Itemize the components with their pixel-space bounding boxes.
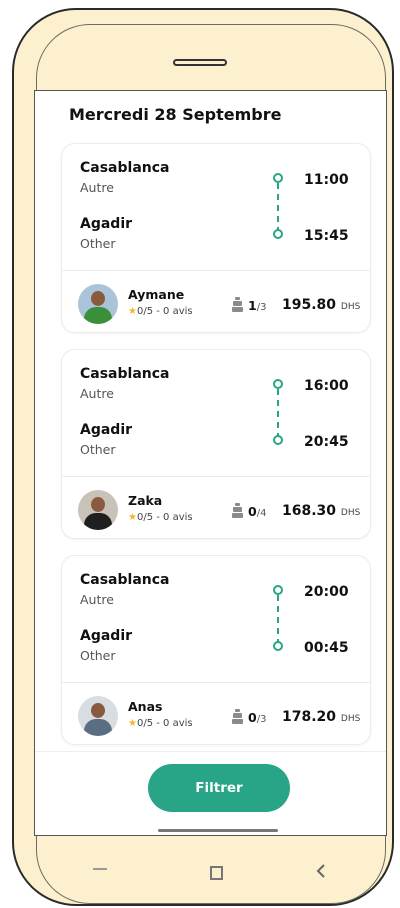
- arrival-time: 00:45: [304, 640, 349, 656]
- departure-city: Casablanca: [80, 160, 170, 176]
- star-icon: ★: [128, 306, 137, 317]
- seat-icon: [232, 503, 243, 518]
- arrival-sub: Other: [80, 442, 116, 457]
- route-end-dot-icon: [273, 641, 283, 651]
- avatar-body: [84, 513, 112, 530]
- rating-text: 0/5 - 0 avis: [136, 718, 193, 729]
- nav-recents-icon[interactable]: [93, 868, 107, 870]
- departure-sub: Autre: [80, 592, 114, 607]
- driver-rating: ★0/5 - 0 avis: [128, 306, 193, 317]
- rating-text: 0/5 - 0 avis: [136, 512, 193, 523]
- star-icon: ★: [128, 512, 137, 523]
- trip-card[interactable]: Casablanca Autre Agadir Other 11:00 15:4…: [61, 143, 371, 333]
- seats-taken: 0: [248, 504, 257, 519]
- route-end-dot-icon: [273, 229, 283, 239]
- arrival-time: 15:45: [304, 228, 349, 244]
- trip-card[interactable]: Casablanca Autre Agadir Other 20:00 00:4…: [61, 555, 371, 745]
- nav-back-icon[interactable]: [315, 863, 327, 879]
- price-amount: 178.20: [282, 709, 337, 725]
- seats-available: 0/4: [248, 504, 266, 519]
- driver-name: Aymane: [128, 287, 185, 302]
- departure-time: 11:00: [304, 172, 349, 188]
- driver-rating: ★0/5 - 0 avis: [128, 512, 193, 523]
- route-start-dot-icon: [273, 379, 283, 389]
- avatar[interactable]: [78, 490, 118, 530]
- route-line: [277, 595, 279, 645]
- trip-price: 168.30 DHS: [282, 503, 360, 519]
- arrival-sub: Other: [80, 236, 116, 251]
- route-start-dot-icon: [273, 585, 283, 595]
- price-currency: DHS: [340, 714, 361, 724]
- route-line: [277, 183, 279, 233]
- seats-total: /3: [256, 302, 267, 313]
- rating-text: 0/5 - 0 avis: [136, 306, 193, 317]
- avatar[interactable]: [78, 696, 118, 736]
- avatar-body: [84, 719, 112, 736]
- filter-button[interactable]: Filtrer: [148, 764, 290, 812]
- arrival-city: Agadir: [80, 216, 133, 232]
- seat-icon: [232, 297, 243, 312]
- card-divider: [62, 682, 370, 683]
- seats-available: 1/3: [248, 298, 266, 313]
- avatar-body: [84, 307, 112, 324]
- avatar-head: [91, 497, 105, 512]
- departure-sub: Autre: [80, 386, 114, 401]
- avatar[interactable]: [78, 284, 118, 324]
- trip-price: 178.20 DHS: [282, 709, 360, 725]
- card-divider: [62, 270, 370, 271]
- driver-name: Zaka: [128, 493, 163, 508]
- price-amount: 168.30: [282, 503, 337, 519]
- page-title: Mercredi 28 Septembre: [69, 105, 282, 124]
- seats-taken: 1: [248, 298, 257, 313]
- app-screen: Mercredi 28 Septembre Casablanca Autre A…: [34, 90, 387, 836]
- departure-time: 16:00: [304, 378, 349, 394]
- arrival-time: 20:45: [304, 434, 349, 450]
- avatar-head: [91, 291, 105, 306]
- seats-available: 0/3: [248, 710, 266, 725]
- price-currency: DHS: [340, 302, 361, 312]
- route-end-dot-icon: [273, 435, 283, 445]
- driver-name: Anas: [128, 699, 163, 714]
- seats-total: /4: [256, 508, 267, 519]
- star-icon: ★: [128, 718, 137, 729]
- departure-sub: Autre: [80, 180, 114, 195]
- route-line: [277, 389, 279, 439]
- driver-rating: ★0/5 - 0 avis: [128, 718, 193, 729]
- phone-speaker: [173, 59, 227, 66]
- price-currency: DHS: [340, 508, 361, 518]
- bottom-action-bar: Filtrer: [35, 751, 386, 835]
- arrival-sub: Other: [80, 648, 116, 663]
- route-start-dot-icon: [273, 173, 283, 183]
- nav-home-icon[interactable]: [210, 866, 223, 880]
- departure-city: Casablanca: [80, 572, 170, 588]
- seat-icon: [232, 709, 243, 724]
- card-divider: [62, 476, 370, 477]
- departure-city: Casablanca: [80, 366, 170, 382]
- home-indicator[interactable]: [158, 829, 278, 832]
- trip-price: 195.80 DHS: [282, 297, 360, 313]
- departure-time: 20:00: [304, 584, 349, 600]
- seats-taken: 0: [248, 710, 257, 725]
- avatar-head: [91, 703, 105, 718]
- seats-total: /3: [256, 714, 267, 725]
- price-amount: 195.80: [282, 297, 337, 313]
- arrival-city: Agadir: [80, 628, 133, 644]
- arrival-city: Agadir: [80, 422, 133, 438]
- trip-card[interactable]: Casablanca Autre Agadir Other 16:00 20:4…: [61, 349, 371, 539]
